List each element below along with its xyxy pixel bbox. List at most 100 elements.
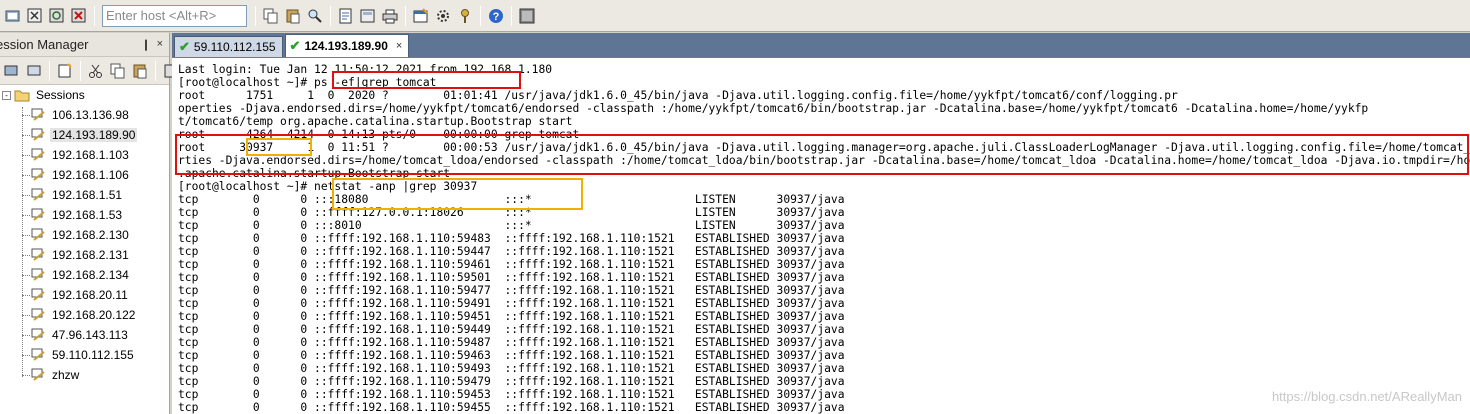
terminal-line: rties -Djava.endorsed.dirs=/home/tomcat_… [178, 154, 1470, 167]
connect-session-icon[interactable] [3, 62, 21, 80]
tab-59-110-112-155[interactable]: ✔ 59.110.112.155 [174, 36, 283, 57]
connect-tab-icon[interactable] [25, 62, 43, 80]
session-icon [31, 248, 45, 261]
tab-close-icon[interactable]: × [396, 40, 402, 52]
toolbar-separator [405, 5, 406, 26]
tree-item-label: 192.168.1.103 [52, 148, 129, 162]
terminal-line: .apache.catalina.startup.Bootstrap start [178, 167, 451, 180]
tree-item-session[interactable]: 192.168.20.11 [0, 285, 169, 305]
tree-item-session[interactable]: 192.168.1.103 [0, 145, 169, 165]
tree-item-session[interactable]: 192.168.2.134 [0, 265, 169, 285]
paste-session-icon[interactable] [131, 62, 149, 80]
toolbar-separator [49, 60, 50, 81]
session-manager-toolbar [0, 57, 177, 85]
tree-item-session[interactable]: 192.168.1.106 [0, 165, 169, 185]
toolbar-separator [255, 5, 256, 26]
copy-session-icon[interactable] [109, 62, 127, 80]
tree-item-session[interactable]: 59.110.112.155 [0, 345, 169, 365]
session-manager-title: ession Manager [0, 37, 89, 52]
session-icon [31, 228, 45, 241]
tree-item-session[interactable]: 192.168.1.51 [0, 185, 169, 205]
session-icon [31, 368, 45, 381]
terminal-line: tcp 0 0 ::ffff:192.168.1.110:59483 ::fff… [178, 232, 845, 245]
terminal-line: tcp 0 0 ::ffff:192.168.1.110:59461 ::fff… [178, 258, 845, 271]
print-setup-icon[interactable] [337, 7, 355, 25]
terminal-line: t/tomcat6/temp org.apache.catalina.start… [178, 115, 573, 128]
print-selection-icon[interactable] [359, 7, 377, 25]
enter-host-input[interactable] [102, 4, 247, 27]
sftp-icon[interactable] [518, 7, 536, 25]
new-session-icon[interactable] [56, 62, 74, 80]
tree-item-label: 192.168.1.51 [52, 188, 123, 202]
terminal-line: tcp 0 0 ::ffff:192.168.1.110:59477 ::fff… [178, 284, 845, 297]
tree-root-label: Sessions [36, 88, 85, 102]
tree-item-label: zhzw [52, 368, 80, 382]
connected-check-icon: ✔ [179, 39, 190, 54]
tree-item-session[interactable]: 47.96.143.113 [0, 325, 169, 345]
terminal-line: [root@localhost ~]# netstat -anp |grep 3… [178, 180, 478, 193]
cut-icon[interactable] [87, 62, 105, 80]
toolbar-separator [511, 5, 512, 26]
tree-collapse-icon[interactable]: - [2, 90, 11, 100]
tree-item-session[interactable]: 192.168.20.122 [0, 305, 169, 325]
terminal-line: tcp 0 0 ::ffff:192.168.1.110:59479 ::fff… [178, 375, 845, 388]
tree-item-label: 192.168.20.11 [52, 288, 128, 302]
session-icon [31, 348, 45, 361]
tree-item-label: 192.168.1.106 [52, 168, 129, 182]
session-manager-header: ession Manager ❙ × [0, 33, 169, 57]
terminal-line: tcp 0 0 :::18080 :::* LISTEN 30937/java [178, 193, 845, 206]
terminal-line: root 4264 4214 0 14:13 pts/0 00:00:00 gr… [178, 128, 580, 141]
reconnect-icon[interactable] [48, 7, 66, 25]
disconnect-icon[interactable] [70, 7, 88, 25]
svg-text:?: ? [493, 11, 500, 23]
connect-icon[interactable] [4, 7, 22, 25]
tree-item-session[interactable]: 106.13.136.98 [0, 105, 169, 125]
terminal-line: Last login: Tue Jan 12 11:50:12 2021 fro… [178, 63, 553, 76]
tree-item-session[interactable]: 192.168.2.131 [0, 245, 169, 265]
session-options-icon[interactable] [412, 7, 430, 25]
terminal-line: root 1751 1 0 2020 ? 01:01:41 /usr/java/… [178, 89, 1178, 102]
session-icon [31, 288, 45, 301]
tab-label: 124.193.189.90 [304, 39, 388, 53]
main-toolbar: ? [0, 0, 1470, 32]
toolbar-separator [94, 5, 95, 26]
session-icon [31, 188, 45, 201]
tree-item-session[interactable]: zhzw [0, 365, 169, 385]
tree-item-label: 59.110.112.155 [52, 348, 134, 362]
tree-root-sessions[interactable]: - Sessions [0, 85, 169, 105]
print-icon[interactable] [381, 7, 399, 25]
global-options-icon[interactable] [434, 7, 452, 25]
toolbar-separator [480, 5, 481, 26]
session-icon [31, 168, 45, 181]
session-tab-bar: ✔ 59.110.112.155 ✔ 124.193.189.90 × [172, 33, 1470, 57]
session-icon [31, 128, 45, 141]
tab-124-193-189-90[interactable]: ✔ 124.193.189.90 × [284, 34, 410, 57]
help-icon[interactable]: ? [487, 7, 505, 25]
tree-item-session[interactable]: 192.168.1.53 [0, 205, 169, 225]
terminal-line: tcp 0 0 ::ffff:192.168.1.110:59451 ::fff… [178, 310, 845, 323]
terminal-line: [root@localhost ~]# ps -ef|grep tomcat [178, 76, 437, 89]
session-icon [31, 108, 45, 121]
session-icon [31, 268, 45, 281]
terminal-output[interactable]: Last login: Tue Jan 12 11:50:12 2021 fro… [172, 57, 1470, 414]
tree-item-label: 192.168.2.130 [52, 228, 129, 242]
terminal-line: tcp 0 0 ::ffff:192.168.1.110:59449 ::fff… [178, 323, 845, 336]
pin-icon[interactable]: ❙ [141, 38, 150, 51]
folder-icon [14, 90, 30, 102]
session-icon [31, 328, 45, 341]
session-tree: - Sessions 106.13.136.98 124.193.189.90 19… [0, 85, 169, 385]
tree-item-label: 47.96.143.113 [52, 328, 128, 342]
tree-item-session[interactable]: 124.193.189.90 [0, 125, 169, 145]
keymap-icon[interactable] [456, 7, 474, 25]
copy-icon[interactable] [262, 7, 280, 25]
tree-item-label: 192.168.2.131 [52, 248, 129, 262]
tree-item-session[interactable]: 192.168.2.130 [0, 225, 169, 245]
close-icon[interactable]: × [157, 38, 163, 51]
quick-connect-icon[interactable] [26, 7, 44, 25]
paste-icon[interactable] [284, 7, 302, 25]
terminal-line: tcp 0 0 ::ffff:192.168.1.110:59491 ::fff… [178, 297, 845, 310]
find-icon[interactable] [306, 7, 324, 25]
session-icon [31, 308, 45, 321]
toolbar-separator [330, 5, 331, 26]
tree-item-label: 192.168.2.134 [52, 268, 129, 282]
